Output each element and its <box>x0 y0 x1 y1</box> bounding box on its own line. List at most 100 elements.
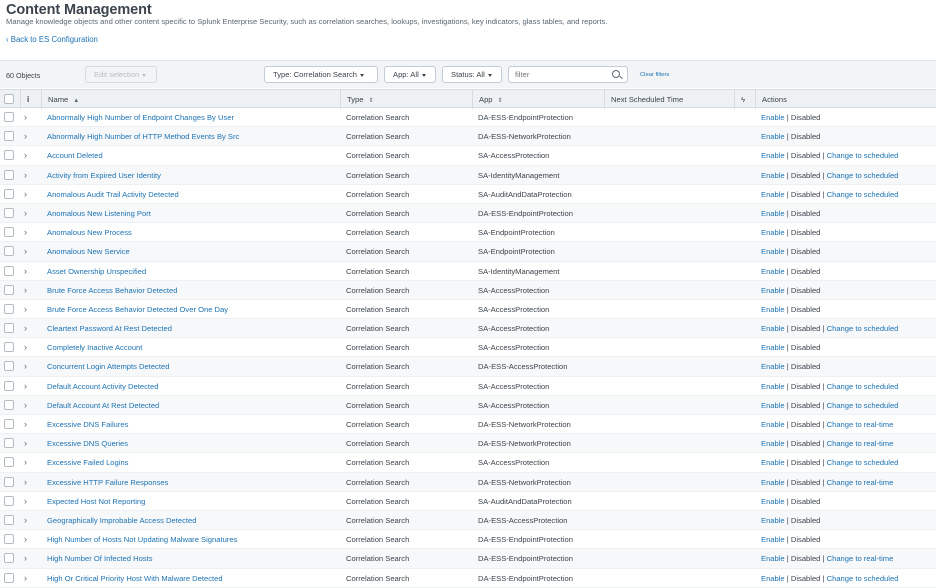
search-name-link[interactable]: Anomalous New Listening Port <box>47 204 151 223</box>
row-checkbox[interactable] <box>4 419 14 429</box>
row-checkbox[interactable] <box>4 514 14 525</box>
expand-chevron-icon[interactable]: › <box>24 381 27 391</box>
row-checkbox[interactable] <box>4 112 14 122</box>
expand-chevron-icon[interactable]: › <box>24 438 27 448</box>
row-checkbox[interactable] <box>4 207 14 218</box>
expand-chevron-icon[interactable]: › <box>24 361 27 371</box>
expand-chevron-icon[interactable]: › <box>24 285 27 295</box>
expand-chevron-icon[interactable]: › <box>24 419 27 429</box>
row-checkbox[interactable] <box>4 380 14 391</box>
row-checkbox[interactable] <box>4 131 14 142</box>
search-name-link[interactable]: Anomalous Audit Trail Activity Detected <box>47 185 179 204</box>
row-checkbox[interactable] <box>4 399 14 410</box>
enable-link[interactable]: Enable <box>761 267 785 276</box>
enable-link[interactable]: Enable <box>761 401 785 410</box>
expand-chevron-icon[interactable]: › <box>24 170 27 180</box>
row-checkbox[interactable] <box>4 553 14 564</box>
row-checkbox[interactable] <box>4 169 14 180</box>
expand-chevron-icon[interactable]: › <box>24 477 27 487</box>
row-checkbox[interactable] <box>4 265 14 276</box>
enable-link[interactable]: Enable <box>761 132 785 141</box>
search-icon[interactable] <box>612 70 620 78</box>
search-name-link[interactable]: Default Account Activity Detected <box>47 377 158 396</box>
change-schedule-link[interactable]: Change to scheduled <box>827 401 899 410</box>
app-column-header[interactable]: App ⇕ <box>472 90 604 109</box>
enable-link[interactable]: Enable <box>761 458 785 467</box>
filter-input[interactable] <box>508 66 628 83</box>
row-checkbox[interactable] <box>4 342 14 353</box>
enable-link[interactable]: Enable <box>761 535 785 544</box>
row-checkbox[interactable] <box>4 495 14 506</box>
search-name-link[interactable]: Brute Force Access Behavior Detected <box>47 281 177 300</box>
row-checkbox[interactable] <box>4 323 14 334</box>
enable-link[interactable]: Enable <box>761 362 785 371</box>
row-checkbox[interactable] <box>4 572 14 583</box>
enable-link[interactable]: Enable <box>761 305 785 314</box>
expand-chevron-icon[interactable]: › <box>24 496 27 506</box>
app-filter-dropdown[interactable]: App: All <box>384 66 436 83</box>
search-name-link[interactable]: Anomalous New Process <box>47 223 132 242</box>
search-name-link[interactable]: Cleartext Password At Rest Detected <box>47 319 172 338</box>
search-name-link[interactable]: Abnormally High Number of HTTP Method Ev… <box>47 127 239 146</box>
expand-chevron-icon[interactable]: › <box>24 150 27 160</box>
select-all-checkbox[interactable] <box>4 94 14 104</box>
search-name-link[interactable]: High Number Of Infected Hosts <box>47 549 153 568</box>
search-name-link[interactable]: Excessive DNS Failures <box>47 415 128 434</box>
back-to-es-configuration-link[interactable]: ‹ Back to ES Configuration <box>6 35 98 44</box>
enable-link[interactable]: Enable <box>761 343 785 352</box>
row-checkbox[interactable] <box>4 457 14 468</box>
search-name-link[interactable]: Account Deleted <box>47 146 103 165</box>
expand-chevron-icon[interactable]: › <box>24 131 27 141</box>
search-name-link[interactable]: Brute Force Access Behavior Detected Ove… <box>47 300 228 319</box>
edit-selection-button[interactable]: Edit selection <box>85 66 157 83</box>
enable-link[interactable]: Enable <box>761 554 785 563</box>
search-name-link[interactable]: Concurrent Login Attempts Detected <box>47 357 169 376</box>
enable-link[interactable]: Enable <box>761 228 785 237</box>
expand-chevron-icon[interactable]: › <box>24 515 27 525</box>
row-checkbox[interactable] <box>4 188 14 199</box>
search-name-link[interactable]: High Or Critical Priority Host With Malw… <box>47 569 223 588</box>
search-name-link[interactable]: Abnormally High Number of Endpoint Chang… <box>47 108 234 127</box>
enable-link[interactable]: Enable <box>761 171 785 180</box>
enable-link[interactable]: Enable <box>761 574 785 583</box>
enable-link[interactable]: Enable <box>761 286 785 295</box>
search-name-link[interactable]: Default Account At Rest Detected <box>47 396 159 415</box>
expand-chevron-icon[interactable]: › <box>24 189 27 199</box>
search-name-link[interactable]: Excessive DNS Queries <box>47 434 128 453</box>
type-column-header[interactable]: Type ⇕ <box>340 90 472 109</box>
enable-link[interactable]: Enable <box>761 190 785 199</box>
search-name-link[interactable]: High Number of Hosts Not Updating Malwar… <box>47 530 237 549</box>
row-checkbox[interactable] <box>4 303 14 314</box>
search-name-link[interactable]: Anomalous New Service <box>47 242 130 261</box>
change-schedule-link[interactable]: Change to scheduled <box>827 171 899 180</box>
expand-chevron-icon[interactable]: › <box>24 534 27 544</box>
type-filter-dropdown[interactable]: Type: Correlation Search <box>264 66 378 83</box>
enable-link[interactable]: Enable <box>761 247 785 256</box>
enable-link[interactable]: Enable <box>761 151 785 160</box>
change-schedule-link[interactable]: Change to scheduled <box>827 458 899 467</box>
enable-link[interactable]: Enable <box>761 420 785 429</box>
search-name-link[interactable]: Expected Host Not Reporting <box>47 492 145 511</box>
change-schedule-link[interactable]: Change to real-time <box>827 420 894 429</box>
expand-chevron-icon[interactable]: › <box>24 553 27 563</box>
enable-link[interactable]: Enable <box>761 478 785 487</box>
change-schedule-link[interactable]: Change to real-time <box>827 439 894 448</box>
expand-chevron-icon[interactable]: › <box>24 457 27 467</box>
change-schedule-link[interactable]: Change to real-time <box>827 554 894 563</box>
row-checkbox[interactable] <box>4 361 14 372</box>
name-column-header[interactable]: Name ▲ <box>41 90 340 109</box>
expand-chevron-icon[interactable]: › <box>24 573 27 583</box>
status-filter-dropdown[interactable]: Status: All <box>442 66 502 83</box>
expand-chevron-icon[interactable]: › <box>24 304 27 314</box>
search-name-link[interactable]: Excessive HTTP Failure Responses <box>47 473 168 492</box>
row-checkbox[interactable] <box>4 284 14 295</box>
expand-chevron-icon[interactable]: › <box>24 266 27 276</box>
enable-link[interactable]: Enable <box>761 382 785 391</box>
row-checkbox[interactable] <box>4 227 14 238</box>
change-schedule-link[interactable]: Change to scheduled <box>827 324 899 333</box>
change-schedule-link[interactable]: Change to scheduled <box>827 382 899 391</box>
expand-chevron-icon[interactable]: › <box>24 208 27 218</box>
enable-link[interactable]: Enable <box>761 324 785 333</box>
enable-link[interactable]: Enable <box>761 516 785 525</box>
row-checkbox[interactable] <box>4 150 14 161</box>
